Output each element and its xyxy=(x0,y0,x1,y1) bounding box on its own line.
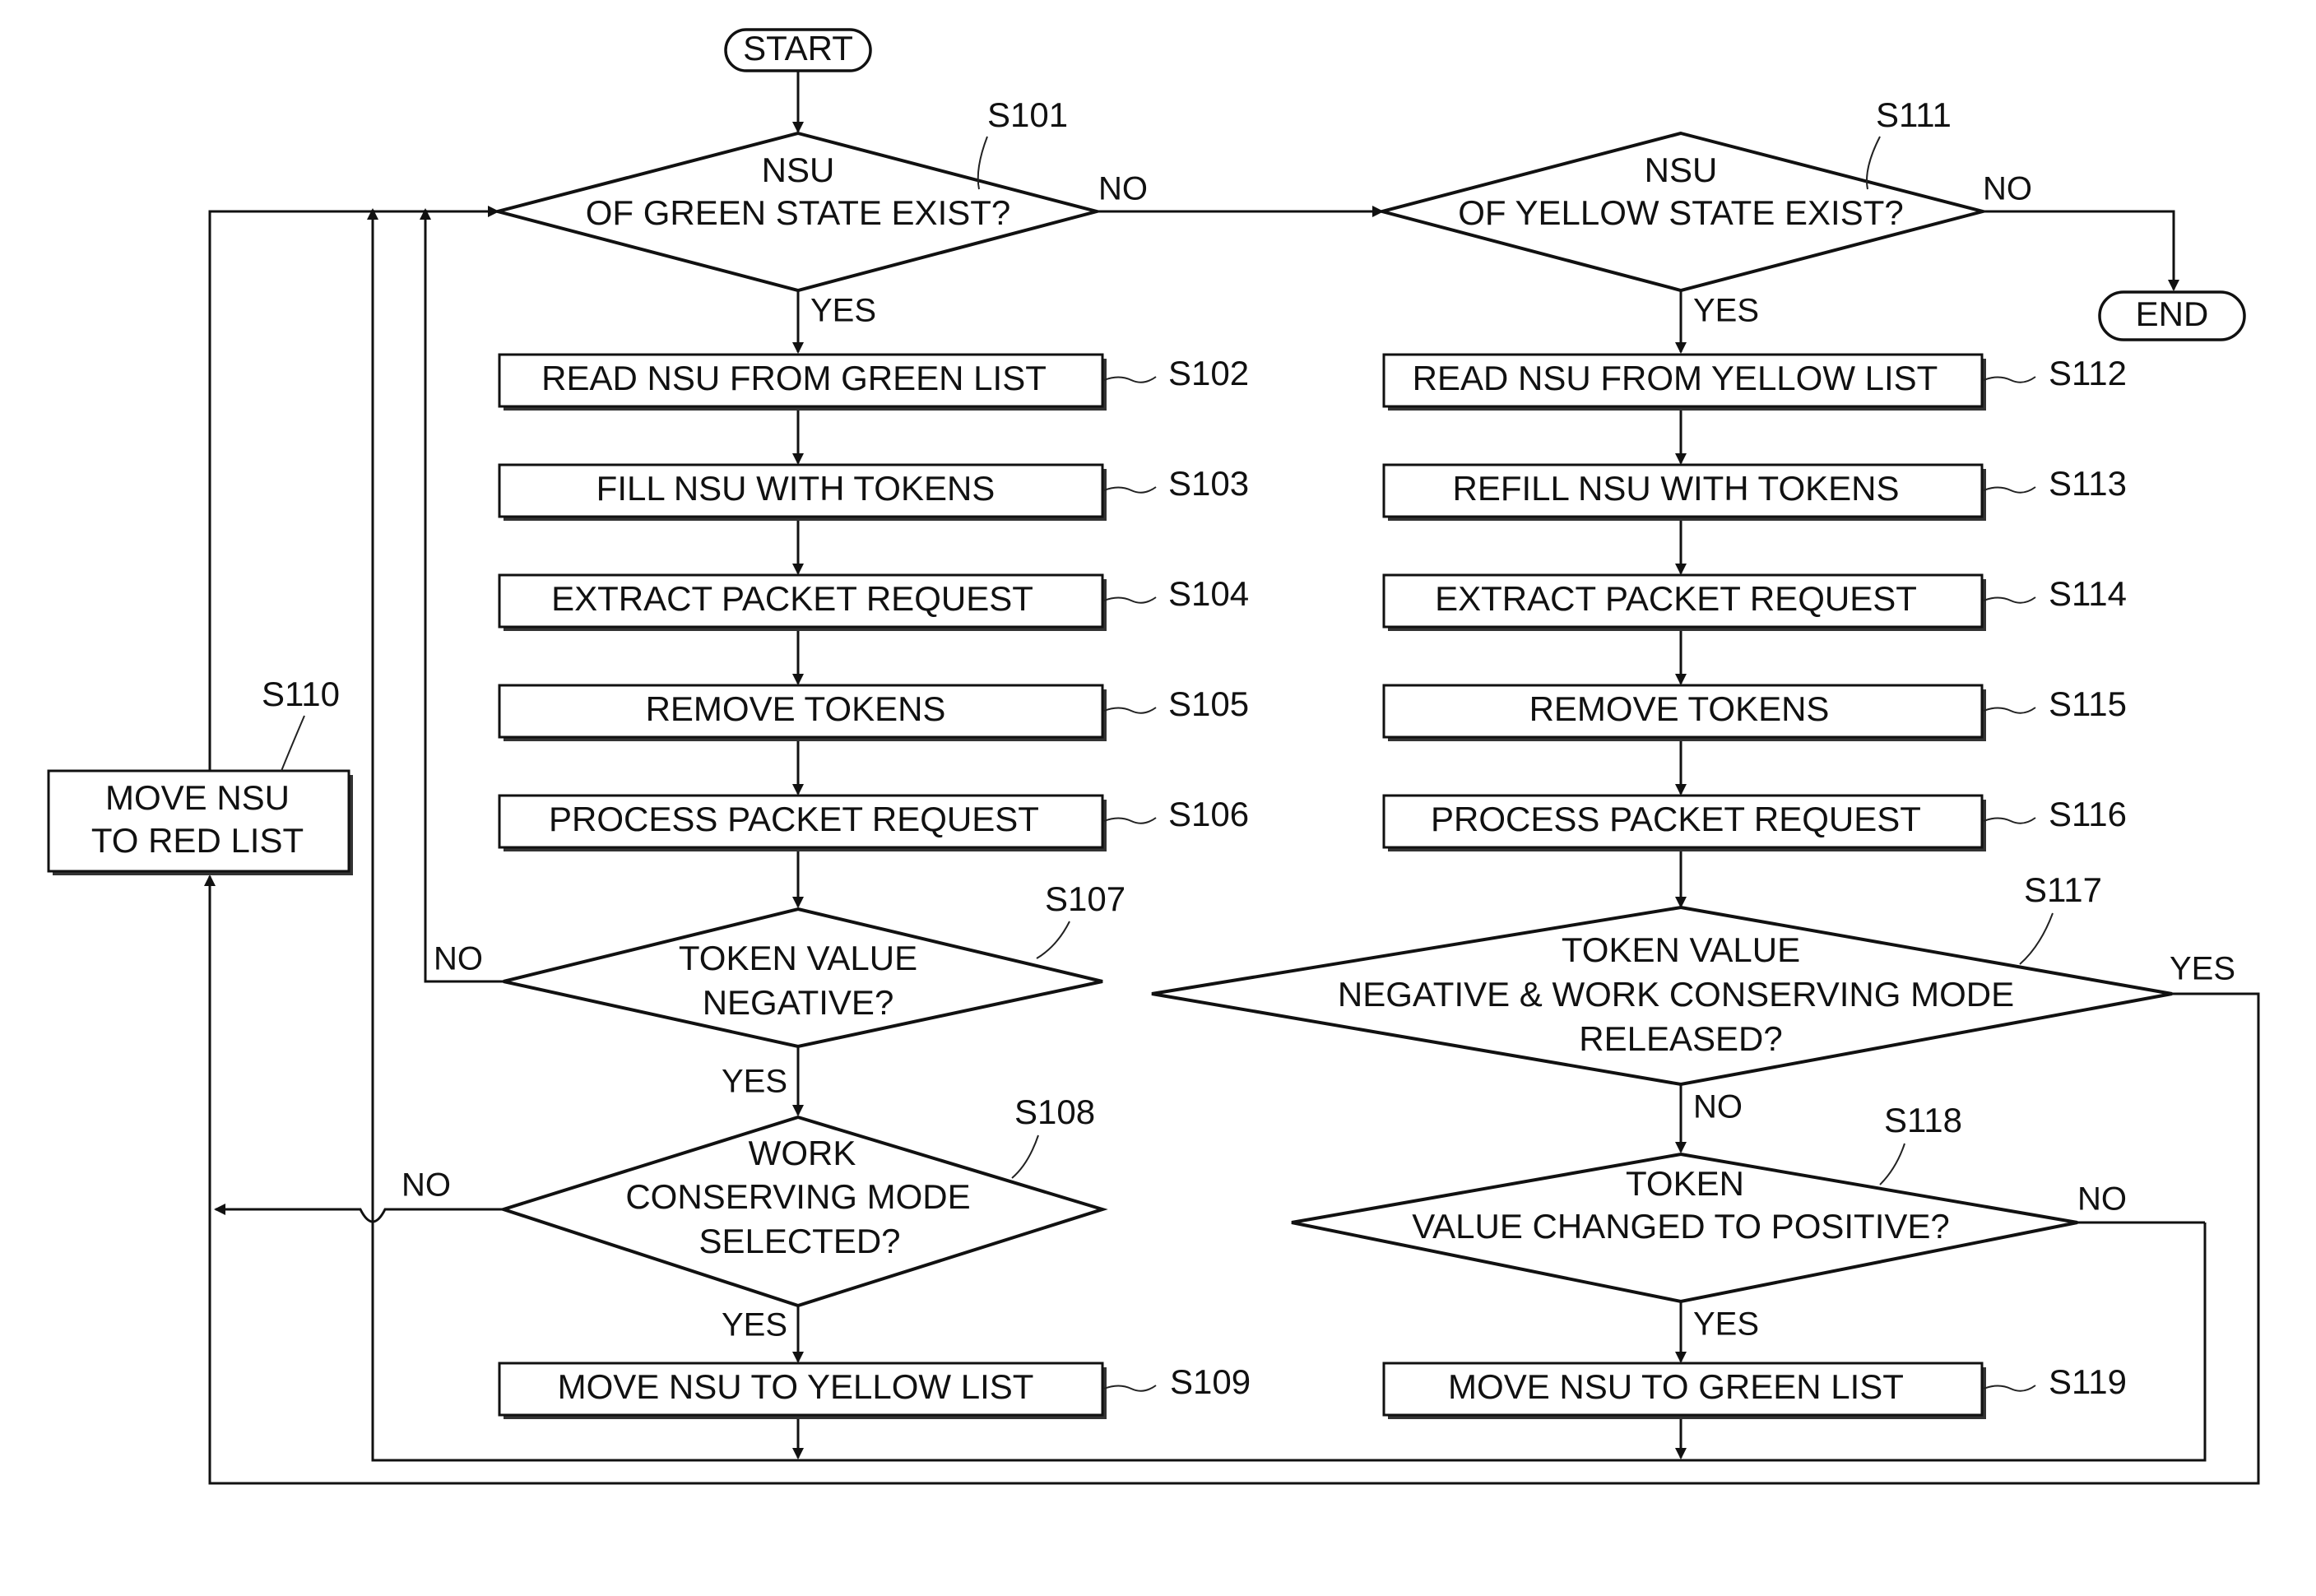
svg-text:MOVE NSU TO YELLOW LIST: MOVE NSU TO YELLOW LIST xyxy=(558,1367,1034,1406)
svg-text:WORK: WORK xyxy=(749,1134,856,1172)
svg-text:CONSERVING MODE: CONSERVING MODE xyxy=(625,1177,970,1216)
s108-yes-label: YES xyxy=(722,1307,787,1343)
process-s119: MOVE NSU TO GREEN LIST S119 xyxy=(1382,1362,2127,1419)
svg-text:S115: S115 xyxy=(2049,684,2127,723)
svg-text:RELEASED?: RELEASED? xyxy=(1579,1019,1782,1058)
svg-text:S104: S104 xyxy=(1168,574,1249,613)
svg-text:S102: S102 xyxy=(1168,354,1249,392)
process-s105: REMOVE TOKENS S105 xyxy=(498,684,1249,741)
process-s103: FILL NSU WITH TOKENS S103 xyxy=(498,463,1249,521)
svg-text:END: END xyxy=(2136,295,2209,333)
svg-text:S118: S118 xyxy=(1884,1101,1962,1139)
svg-text:VALUE CHANGED TO POSITIVE?: VALUE CHANGED TO POSITIVE? xyxy=(1412,1207,1950,1246)
svg-text:REFILL NSU WITH TOKENS: REFILL NSU WITH TOKENS xyxy=(1453,469,1900,508)
svg-text:TO RED LIST: TO RED LIST xyxy=(91,821,304,860)
svg-text:TOKEN VALUE: TOKEN VALUE xyxy=(679,939,917,977)
svg-text:READ NSU FROM GREEN LIST: READ NSU FROM GREEN LIST xyxy=(541,359,1047,397)
process-s112: READ NSU FROM YELLOW LIST S112 xyxy=(1382,353,2127,411)
decision-s107: TOKEN VALUE NEGATIVE? S107 xyxy=(503,879,1126,1049)
connectors xyxy=(204,71,2260,1485)
s117-yes-label: YES xyxy=(2170,951,2235,987)
s101-yes-label: YES xyxy=(810,293,876,329)
svg-text:S103: S103 xyxy=(1168,464,1249,503)
s117-no-label: NO xyxy=(1693,1089,1743,1125)
s108-no-label: NO xyxy=(401,1167,451,1204)
svg-text:NSU: NSU xyxy=(1645,151,1718,189)
svg-text:NSU: NSU xyxy=(762,151,835,189)
process-s110: MOVE NSU TO RED LIST S110 xyxy=(47,675,353,875)
svg-text:S119: S119 xyxy=(2049,1362,2127,1401)
svg-text:FILL NSU WITH TOKENS: FILL NSU WITH TOKENS xyxy=(596,469,996,508)
svg-text:START: START xyxy=(743,29,853,67)
process-s109: MOVE NSU TO YELLOW LIST S109 xyxy=(498,1362,1251,1419)
decision-s111: NSU OF YELLOW STATE EXIST? S111 xyxy=(1376,95,1989,293)
svg-text:S107: S107 xyxy=(1045,879,1126,918)
svg-text:TOKEN: TOKEN xyxy=(1626,1164,1744,1203)
svg-text:SELECTED?: SELECTED? xyxy=(699,1222,900,1260)
decision-s108: WORK CONSERVING MODE SELECTED? S108 xyxy=(498,1093,1108,1308)
decision-s118: TOKEN VALUE CHANGED TO POSITIVE? S118 xyxy=(1291,1101,2078,1304)
s118-yes-label: YES xyxy=(1693,1306,1759,1343)
process-s115: REMOVE TOKENS S115 xyxy=(1382,684,2127,741)
svg-text:OF GREEN STATE EXIST?: OF GREEN STATE EXIST? xyxy=(586,193,1011,232)
process-s104: EXTRACT PACKET REQUEST S104 xyxy=(498,573,1249,631)
svg-text:READ NSU FROM YELLOW LIST: READ NSU FROM YELLOW LIST xyxy=(1413,359,1938,397)
process-s113: REFILL NSU WITH TOKENS S113 xyxy=(1382,463,2127,521)
flowchart: START END NSU OF GREEN STATE EXIST? S101… xyxy=(47,28,2260,1485)
process-s106: PROCESS PACKET REQUEST S106 xyxy=(498,794,1249,851)
s107-yes-label: YES xyxy=(722,1064,787,1100)
s111-yes-label: YES xyxy=(1693,293,1759,329)
svg-text:NEGATIVE?: NEGATIVE? xyxy=(703,983,894,1022)
svg-text:S111: S111 xyxy=(1876,95,1952,134)
svg-text:S113: S113 xyxy=(2049,464,2127,503)
s111-no-label: NO xyxy=(1983,171,2032,207)
process-s114: EXTRACT PACKET REQUEST S114 xyxy=(1382,573,2127,631)
svg-text:TOKEN VALUE: TOKEN VALUE xyxy=(1562,930,1800,969)
svg-text:OF YELLOW STATE EXIST?: OF YELLOW STATE EXIST? xyxy=(1458,193,1903,232)
process-s116: PROCESS PACKET REQUEST S116 xyxy=(1382,794,2127,851)
s101-no-label: NO xyxy=(1098,171,1148,207)
start-terminal: START xyxy=(724,28,872,72)
svg-text:S114: S114 xyxy=(2049,574,2127,613)
s118-no-label: NO xyxy=(2077,1181,2127,1218)
svg-text:NEGATIVE & WORK CONSERVING MOD: NEGATIVE & WORK CONSERVING MODE xyxy=(1338,975,2014,1014)
svg-text:PROCESS PACKET REQUEST: PROCESS PACKET REQUEST xyxy=(1431,800,1921,838)
svg-text:MOVE NSU TO GREEN LIST: MOVE NSU TO GREEN LIST xyxy=(1448,1367,1904,1406)
svg-text:S112: S112 xyxy=(2049,354,2127,392)
svg-text:S116: S116 xyxy=(2049,795,2127,833)
svg-text:S108: S108 xyxy=(1014,1093,1095,1131)
s107-no-label: NO xyxy=(434,941,483,977)
svg-text:S117: S117 xyxy=(2024,870,2102,909)
end-terminal: END xyxy=(2098,290,2246,341)
svg-text:EXTRACT PACKET REQUEST: EXTRACT PACKET REQUEST xyxy=(1435,579,1917,618)
svg-text:REMOVE TOKENS: REMOVE TOKENS xyxy=(646,689,946,728)
decision-s117: TOKEN VALUE NEGATIVE & WORK CONSERVING M… xyxy=(1151,870,2173,1087)
svg-text:S110: S110 xyxy=(262,675,340,713)
svg-text:S105: S105 xyxy=(1168,684,1249,723)
svg-text:PROCESS PACKET REQUEST: PROCESS PACKET REQUEST xyxy=(549,800,1039,838)
svg-text:EXTRACT PACKET REQUEST: EXTRACT PACKET REQUEST xyxy=(551,579,1033,618)
process-s102: READ NSU FROM GREEN LIST S102 xyxy=(498,353,1249,411)
svg-text:REMOVE TOKENS: REMOVE TOKENS xyxy=(1529,689,1830,728)
svg-text:S109: S109 xyxy=(1170,1362,1251,1401)
svg-text:S106: S106 xyxy=(1168,795,1249,833)
svg-text:S101: S101 xyxy=(987,95,1068,134)
svg-text:MOVE NSU: MOVE NSU xyxy=(105,778,290,817)
